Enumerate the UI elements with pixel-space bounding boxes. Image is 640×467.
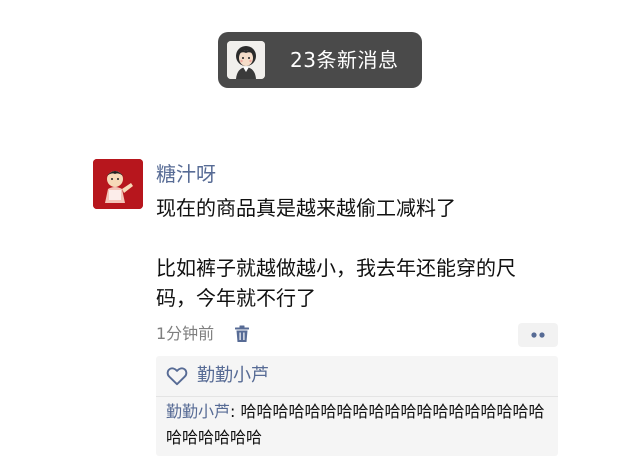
post-text-line: 比如裤子就越做越小，我去年还能穿的尺	[156, 256, 516, 280]
post-author-name[interactable]: 糖汁呀	[156, 160, 216, 188]
comment-author[interactable]: 勤勤小芦	[166, 402, 230, 421]
post-author-avatar[interactable]	[93, 159, 143, 209]
comment-separator: :	[230, 402, 241, 421]
post-text-line: 现在的商品真是越来越偷工减料了	[156, 196, 456, 220]
new-messages-button[interactable]: 23条新消息	[218, 32, 422, 88]
more-actions-button[interactable]	[518, 323, 558, 347]
likes-row: 勤勤小芦	[156, 356, 558, 396]
post-text-line: 码，今年就不行了	[156, 286, 316, 310]
message-sender-avatar	[227, 41, 265, 79]
post-timestamp: 1分钟前	[156, 324, 215, 343]
post-content: 现在的商品真是越来越偷工减料了 比如裤子就越做越小，我去年还能穿的尺 码，今年就…	[156, 193, 576, 313]
likes-comments-panel: 勤勤小芦 勤勤小芦: 哈哈哈哈哈哈哈哈哈哈哈哈哈哈哈哈哈哈哈哈哈哈哈哈哈	[156, 356, 558, 456]
comment-item[interactable]: 勤勤小芦: 哈哈哈哈哈哈哈哈哈哈哈哈哈哈哈哈哈哈哈哈哈哈哈哈哈	[166, 399, 552, 451]
trash-icon[interactable]	[233, 325, 251, 343]
new-messages-label: 23条新消息	[290, 48, 399, 72]
like-user-name[interactable]: 勤勤小芦	[197, 362, 269, 390]
heart-outline-icon	[166, 366, 188, 386]
more-dots-icon	[531, 332, 545, 338]
moments-page: 23条新消息 糖汁呀 现在的商品真是越来越偷工减料了 比如裤子就越做越小，我去年…	[0, 0, 640, 467]
panel-divider	[156, 396, 558, 397]
